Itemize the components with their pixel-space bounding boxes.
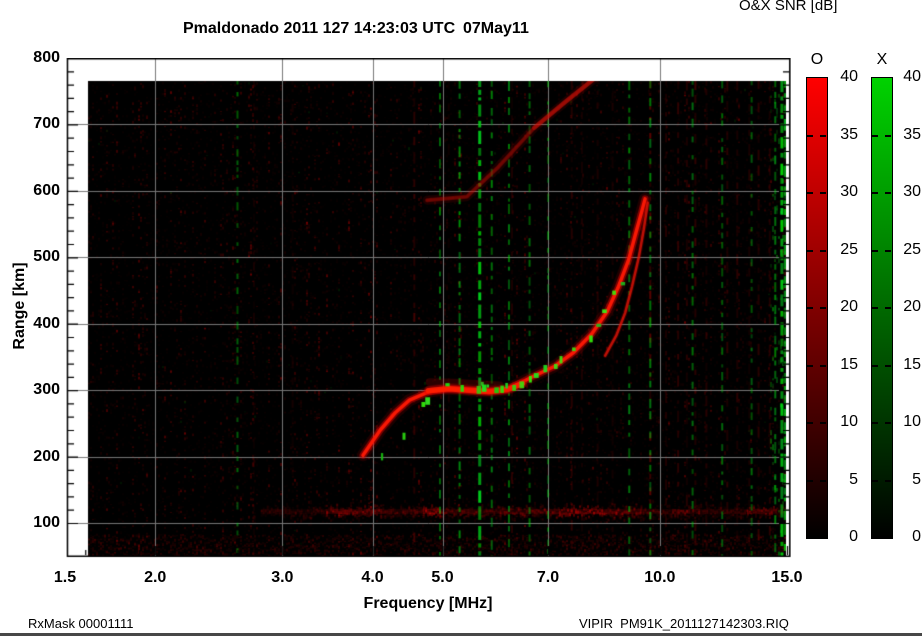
ionogram-canvas: [66, 58, 791, 558]
colorbar-tick-mark: [885, 307, 891, 309]
o-colorbar-tick-label: 20: [840, 298, 858, 315]
o-colorbar-header: O: [810, 51, 824, 68]
colorbar-tick-mark: [872, 364, 878, 367]
colorbar-tick-mark: [885, 364, 891, 367]
colorbar-tick-mark: [820, 134, 826, 137]
x-tick-label: 3.0: [271, 569, 294, 586]
colorbar-tick-mark: [872, 479, 878, 482]
o-colorbar-tick-label: 15: [840, 355, 858, 373]
colorbar-tick-mark: [820, 364, 826, 367]
colorbar-tick-mark: [820, 422, 826, 424]
y-tick-label: 300: [33, 381, 60, 399]
x-colorbar-tick-label: 10: [903, 413, 921, 430]
colorbar-tick-mark: [885, 422, 891, 424]
colorbar-tick-mark: [807, 134, 813, 137]
colorbar-tick-mark: [807, 307, 813, 309]
colorbar-tick-mark: [872, 192, 878, 194]
x-colorbar-tick-label: 20: [903, 298, 921, 315]
x-colorbar: [871, 77, 893, 539]
colorbar-title: O&X SNR [dB]: [739, 0, 838, 14]
x-tick-label: 1.5: [53, 569, 77, 586]
plot-date: 07May11: [463, 20, 529, 37]
colorbar-tick-mark: [807, 479, 813, 482]
x-tick-label: 7.0: [536, 569, 560, 586]
colorbar-tick-mark: [872, 307, 878, 309]
colorbar-tick-mark: [820, 249, 826, 252]
colorbar-tick-mark: [885, 192, 891, 194]
x-colorbar-tick-label: 35: [903, 125, 921, 143]
filename-label: VIPIR PM91K_2011127142303.RIQ: [579, 616, 789, 631]
colorbar-tick-mark: [885, 249, 891, 252]
y-tick-label: 600: [33, 181, 60, 199]
x-colorbar-tick-label: 30: [903, 183, 921, 200]
y-tick-label: 800: [33, 49, 60, 66]
x-tick-label: 15.0: [771, 569, 803, 586]
x-colorbar-tick-label: 5: [912, 470, 921, 488]
x-colorbar-tick-label: 15: [903, 355, 921, 373]
x-colorbar-tick-label: 25: [903, 240, 921, 258]
colorbar-tick-mark: [872, 134, 878, 137]
colorbar-tick-mark: [872, 422, 878, 424]
o-colorbar: [806, 77, 828, 539]
colorbar-tick-mark: [807, 422, 813, 424]
colorbar-tick-mark: [820, 479, 826, 482]
ionogram-screen: Pmaldonado 2011 127 14:23:03 UTC 07May11…: [0, 0, 922, 636]
o-colorbar-tick-label: 10: [840, 413, 858, 430]
x-colorbar-tick-label: 0: [912, 528, 921, 545]
colorbar-tick-mark: [807, 249, 813, 252]
y-axis-label: Range [km]: [11, 262, 28, 350]
x-colorbar-tick-label: 40: [903, 68, 921, 85]
x-tick-label: 2.0: [144, 569, 167, 586]
x-tick-label: 10.0: [644, 569, 676, 586]
o-colorbar-tick-label: 25: [840, 240, 858, 258]
colorbar-tick-mark: [820, 307, 826, 309]
colorbar-tick-mark: [872, 249, 878, 252]
o-colorbar-tick-label: 40: [840, 68, 858, 85]
x-colorbar-header: X: [876, 51, 888, 68]
rxmask-label: RxMask 00001111: [28, 616, 134, 631]
plot-title: Pmaldonado 2011 127 14:23:03 UTC: [183, 20, 456, 37]
y-tick-label: 200: [33, 447, 60, 465]
y-tick-label: 700: [33, 115, 60, 133]
x-tick-label: 4.0: [361, 569, 384, 586]
o-colorbar-tick-label: 0: [849, 528, 858, 545]
colorbar-tick-mark: [807, 192, 813, 194]
colorbar-tick-mark: [807, 364, 813, 367]
x-axis-label: Frequency [MHz]: [363, 595, 493, 612]
colorbar-tick-mark: [885, 479, 891, 482]
y-tick-label: 100: [33, 514, 60, 531]
colorbar-tick-mark: [885, 134, 891, 137]
x-tick-label: 5.0: [431, 569, 454, 586]
o-colorbar-tick-label: 30: [840, 183, 858, 200]
colorbar-tick-mark: [820, 192, 826, 194]
o-colorbar-tick-label: 5: [849, 470, 858, 488]
o-colorbar-tick-label: 35: [840, 125, 858, 143]
